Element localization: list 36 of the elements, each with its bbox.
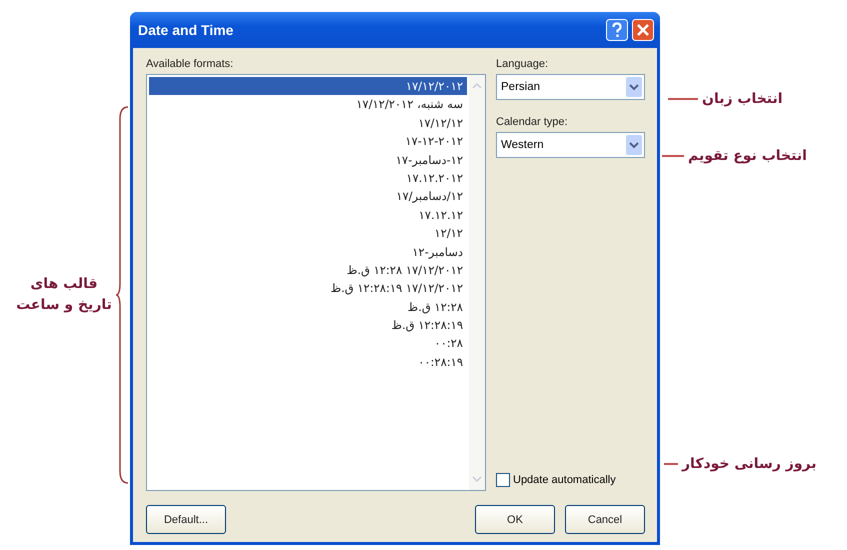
callout-label: انتخاب نوع تقویم <box>688 148 807 164</box>
ok-button[interactable]: OK <box>475 505 555 534</box>
format-item[interactable]: ۱۲/۱۲ <box>149 224 467 243</box>
format-item[interactable]: ۱۷/۱۲/۲۰۱۲ <box>149 77 467 96</box>
callout-label: بروز رسانی خودکار <box>682 456 816 472</box>
update-checkbox[interactable]: Update automatically <box>496 473 645 487</box>
format-item[interactable]: دسامبر-۱۲ <box>149 242 467 261</box>
format-item[interactable]: ۱۷/۱۲/۲۰۱۲ ۱۲:۲۸:۱۹ ق.ظ <box>149 279 467 298</box>
close-icon[interactable] <box>632 19 654 41</box>
language-dropdown[interactable]: Persian <box>496 74 645 100</box>
format-item[interactable]: ۱۲:۲۸:۱۹ ق.ظ <box>149 316 467 334</box>
language-label: Language: <box>496 58 549 70</box>
calendar-type-label: Calendar type: <box>496 116 569 128</box>
callout-label: قالب های تاریخ و ساعت <box>15 275 113 315</box>
cancel-button[interactable]: Cancel <box>565 505 645 534</box>
default-button[interactable]: Default... <box>146 505 226 534</box>
format-item[interactable]: ۱۷.۱۲.۱۲ <box>149 206 467 224</box>
format-item[interactable]: ۱۲/دسامبر/۱۷ <box>149 187 467 206</box>
format-item[interactable]: ۱۲:۲۸ ق.ظ <box>149 298 467 316</box>
help-icon[interactable] <box>606 19 628 41</box>
format-item[interactable]: ۱۲-دسامبر-۱۷ <box>149 150 467 169</box>
leader-line <box>668 98 698 100</box>
calendar-type-dropdown[interactable]: Western <box>496 132 645 158</box>
format-item[interactable]: ۱۷/۱۲/۱۲ <box>149 114 467 132</box>
format-item[interactable]: ۱۷/۱۲/۲۰۱۲ ۱۲:۲۸ ق.ظ <box>149 260 467 280</box>
leader-line <box>664 462 678 466</box>
format-item[interactable]: ۰۰:۲۸ <box>149 334 467 353</box>
format-item[interactable]: سه شنبه، ۱۷/۱۲/۲۰۱۲ <box>149 95 467 114</box>
window-title: Date and Time <box>138 22 234 38</box>
callout-label: انتخاب زبان <box>702 91 783 107</box>
format-item[interactable]: ۱۷.۱۲.۲۰۱۲ <box>149 168 467 188</box>
formats-label: Available formats: <box>146 58 234 70</box>
format-item[interactable]: ۱۷-۱۲-۲۰۱۲ <box>149 132 467 151</box>
checkbox[interactable] <box>496 473 510 487</box>
format-item[interactable]: ۰۰:۲۸:۱۹ <box>149 352 467 372</box>
leader-line <box>662 154 684 158</box>
